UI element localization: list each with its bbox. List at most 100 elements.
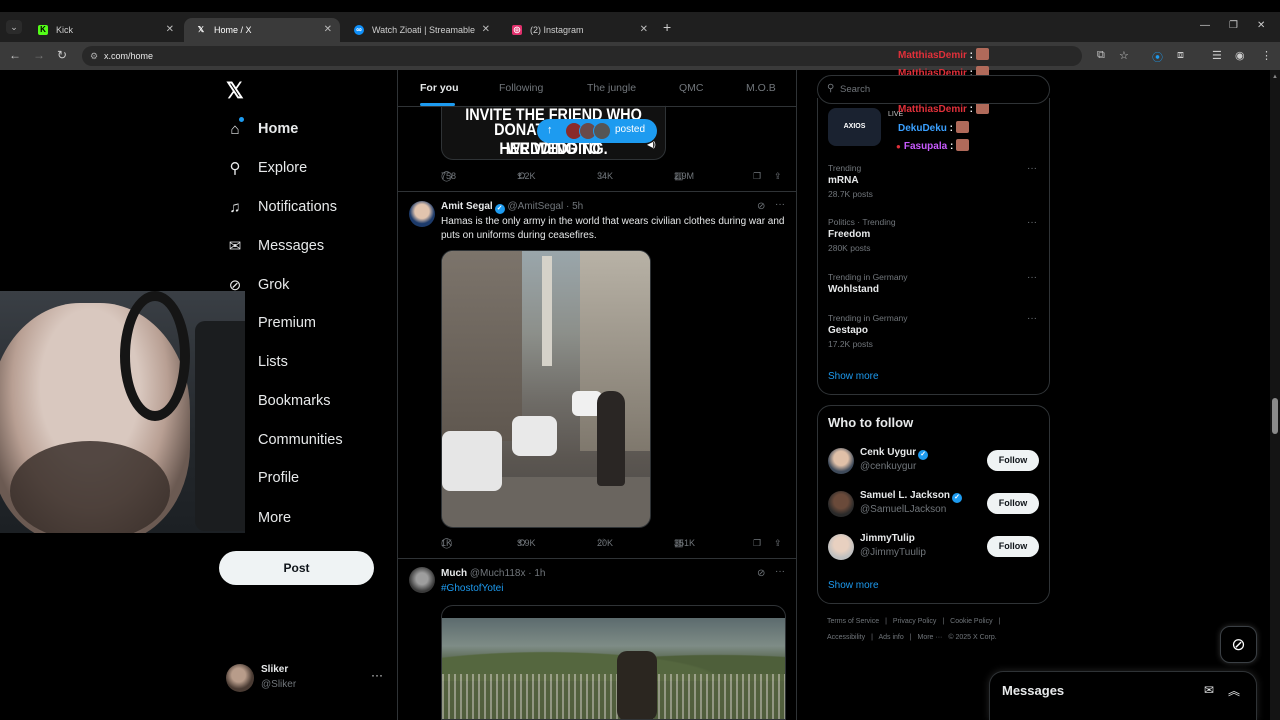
trend-item[interactable]: Trending in Germany Wohlstand ··· [828,272,1043,295]
close-tab-icon[interactable]: ✕ [166,18,174,42]
suggestion-name[interactable]: Samuel L. Jackson ✓ [860,490,963,503]
trend-item[interactable]: Trending mRNA 28.7K posts ··· [828,163,1043,199]
browser-menu-icon[interactable]: ⋮ [1261,49,1272,62]
grok-explain-icon[interactable]: ⊘ [757,568,765,579]
messages-drawer[interactable]: Messages ✉ ︽ [989,671,1257,720]
browser-tab-x[interactable]: 𝕏 Home / X ✕ [184,18,340,42]
browser-tab-kick[interactable]: K Kick ✕ [26,18,182,42]
sidebar-item-messages[interactable]: ✉ Messages [226,231,324,261]
trend-item[interactable]: Politics · Trending Freedom 280K posts ··· [828,217,1043,253]
tweet-media-image[interactable] [441,605,786,720]
trend-item[interactable]: Trending in Germany Gestapo 17.2K posts ··· [828,313,1043,349]
post-button[interactable]: Post [219,551,374,585]
chat-separator: : [966,50,974,61]
follow-suggestion[interactable]: JimmyTulip @JimmyTuulip Follow [828,532,1043,564]
bookmark-star-icon[interactable]: ☆ [1119,49,1129,62]
bookmark-icon[interactable]: ❐ [753,538,761,549]
footer-link[interactable]: Accessibility [827,634,865,641]
share-icon[interactable]: ⇪ [774,171,782,182]
author-name[interactable]: Amit Segal [441,201,493,212]
reply-count: 1K [441,538,453,548]
follow-suggestion[interactable]: Samuel L. Jackson ✓ @SamuelLJackson Follow [828,489,1043,521]
grok-explain-icon[interactable]: ⊘ [757,201,765,212]
more-options-icon[interactable]: ··· [371,668,383,682]
author-handle[interactable]: @AmitSegal [507,201,563,212]
person-shape [597,391,625,486]
reload-icon[interactable]: ↻ [57,48,67,62]
more-options-icon[interactable]: ··· [775,566,785,577]
show-more-follow-link[interactable]: Show more [828,580,879,591]
footer-link[interactable]: Cookie Policy [950,618,992,625]
avatar[interactable] [828,534,854,560]
page-scrollbar[interactable]: ▲ [1270,70,1280,720]
follow-suggestion[interactable]: Cenk Uygur ✓ @cenkuygur Follow [828,446,1043,478]
sidebar-item-home[interactable]: ⌂ Home [226,114,298,144]
share-icon[interactable]: ⇪ [774,538,782,549]
profile-icon[interactable]: ◉ [1235,49,1245,62]
avatar[interactable] [828,491,854,517]
follow-button[interactable]: Follow [987,493,1039,514]
footer-link[interactable]: Terms of Service [827,618,879,625]
install-app-icon[interactable]: ⧉ [1097,49,1105,62]
extension-active-icon[interactable]: ⦿ [1152,49,1163,65]
site-info-icon[interactable]: ⚙ [90,46,98,66]
new-message-icon[interactable]: ✉ [1204,683,1214,697]
browser-tab-instagram[interactable]: ◎ (2) Instagram ✕ [500,18,656,42]
avatar[interactable] [409,201,435,227]
footer-link[interactable]: Privacy Policy [893,618,937,625]
forward-icon[interactable]: → [33,48,45,62]
tab-following[interactable]: Following [499,82,543,94]
live-event-thumbnail[interactable]: AXIOS [828,108,881,146]
url-text: x.com/home [104,51,154,61]
suggestion-handle: @JimmyTuulip [860,547,926,558]
avatar[interactable] [409,567,435,593]
tweet-time[interactable]: · 1h [528,568,545,579]
close-tab-icon[interactable]: ✕ [640,18,648,42]
x-logo-icon[interactable]: 𝕏 [226,78,244,104]
restore-icon[interactable]: ❐ [1229,20,1238,31]
more-options-icon[interactable]: ··· [1027,272,1037,283]
minimize-icon[interactable]: — [1200,20,1210,31]
author-handle[interactable]: @Much118x [470,568,526,579]
tab-mob[interactable]: M.O.B [746,82,776,94]
sidebar-item-notifications[interactable]: ♫ Notifications [226,192,337,222]
bookmark-icon[interactable]: ❐ [753,171,761,182]
avatar[interactable] [828,448,854,474]
tab-qmc[interactable]: QMC [679,82,704,94]
more-options-icon[interactable]: ··· [1027,313,1037,324]
close-window-icon[interactable]: ✕ [1257,20,1265,31]
tab-search-button[interactable]: ⌄ [6,20,22,34]
hashtag-link[interactable]: #GhostofYotei [441,582,503,596]
browser-tab-streamable[interactable]: ∞ Watch Zioati | Streamable ✕ [342,18,498,42]
reading-list-icon[interactable]: ☰ [1212,49,1222,62]
account-switcher[interactable]: Sliker @Sliker ··· [226,662,386,694]
suggestion-name[interactable]: JimmyTulip [860,533,915,544]
sidebar-item-explore[interactable]: ⚲ Explore [226,153,308,183]
follow-button[interactable]: Follow [987,536,1039,557]
tab-the-jungle[interactable]: The jungle [587,82,636,94]
tab-title: Home / X [214,25,252,35]
scroll-up-icon[interactable]: ▲ [1272,74,1278,80]
close-tab-icon[interactable]: ✕ [482,18,490,42]
tweet-video[interactable] [441,250,651,528]
more-options-icon[interactable]: ··· [775,199,785,210]
show-more-trends-link[interactable]: Show more [828,371,879,382]
follow-button[interactable]: Follow [987,450,1039,471]
extensions-icon[interactable]: ⧈ [1177,49,1184,62]
grok-floating-button[interactable]: ⊘ [1220,626,1257,663]
back-icon[interactable]: ← [9,48,21,62]
scrollbar-thumb[interactable] [1272,398,1278,434]
more-options-icon[interactable]: ··· [1027,163,1037,174]
more-options-icon[interactable]: ··· [1027,217,1037,228]
chevron-up-icon[interactable]: ︽ [1228,682,1240,699]
search-input[interactable]: ⚲ Search [817,75,1050,104]
footer-link[interactable]: More ··· [918,634,943,641]
new-tab-button[interactable]: + [663,19,671,35]
author-name[interactable]: Much [441,568,467,579]
tweet-time[interactable]: · 5h [566,201,583,212]
footer-link[interactable]: Ads info [878,634,903,641]
new-posts-pill[interactable]: ↑ posted [537,119,657,143]
close-tab-icon[interactable]: ✕ [324,18,332,42]
suggestion-name[interactable]: Cenk Uygur ✓ [860,447,929,460]
tab-for-you[interactable]: For you [420,82,459,94]
